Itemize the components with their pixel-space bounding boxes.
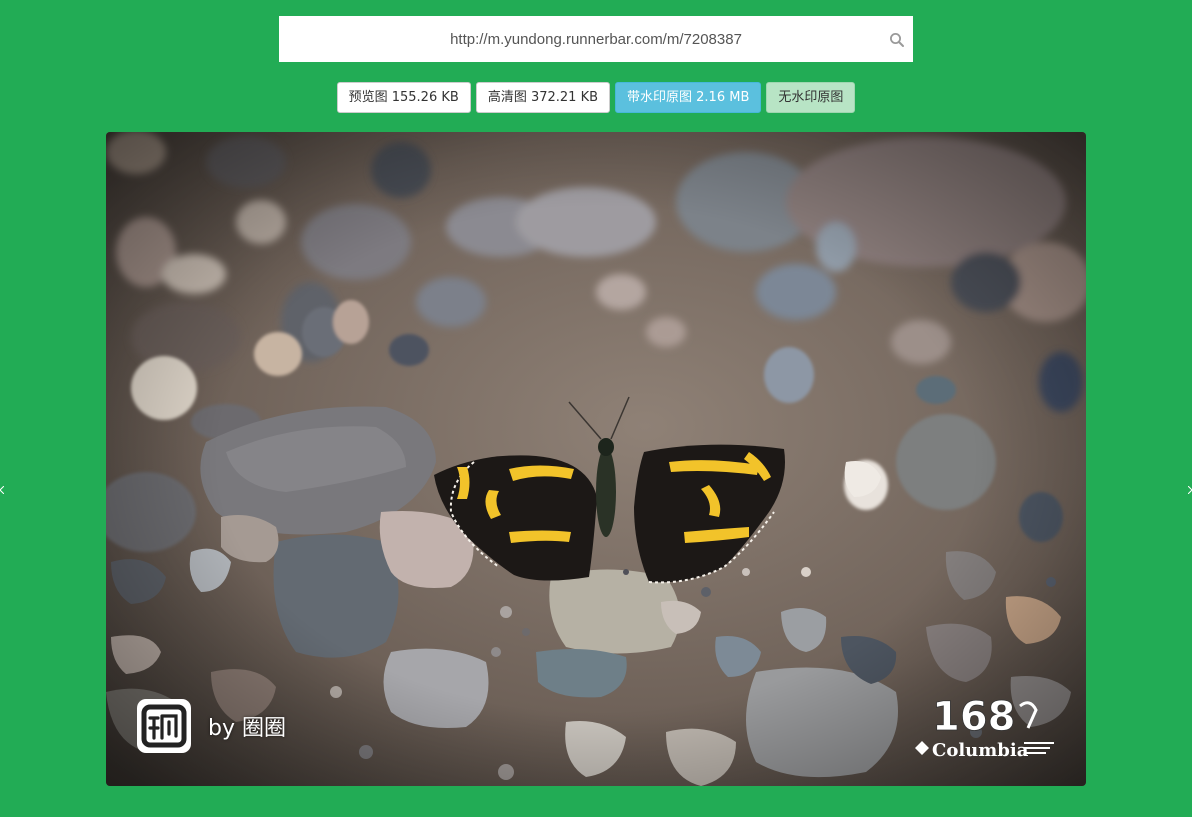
url-input[interactable] xyxy=(279,16,913,62)
app-logo-icon xyxy=(137,699,191,753)
race-logo-number: 168 xyxy=(932,694,1016,740)
preview-image-button[interactable]: 预览图 155.26 KB xyxy=(336,82,471,113)
no-watermark-original-button[interactable]: 无水印原图 xyxy=(766,82,856,113)
photo-scene xyxy=(106,132,1086,786)
watermarked-original-button[interactable]: 带水印原图 2.16 MB xyxy=(615,82,762,113)
watermark-author: by 圈圈 xyxy=(208,716,286,741)
race-logo-icon: 168 Columbia xyxy=(915,694,1054,761)
butterfly-photo[interactable]: by 圈圈 168 Columbia xyxy=(106,132,1086,786)
url-search-bar xyxy=(279,16,913,62)
next-arrow-icon[interactable] xyxy=(1188,486,1192,494)
hd-image-button[interactable]: 高清图 372.21 KB xyxy=(475,82,611,113)
search-icon[interactable] xyxy=(889,32,905,48)
prev-arrow-icon[interactable] xyxy=(0,486,4,494)
download-options: 预览图 155.26 KB 高清图 372.21 KB 带水印原图 2.16 M… xyxy=(0,82,1192,113)
race-logo-brand: Columbia xyxy=(932,740,1029,761)
vignette xyxy=(106,132,1086,786)
